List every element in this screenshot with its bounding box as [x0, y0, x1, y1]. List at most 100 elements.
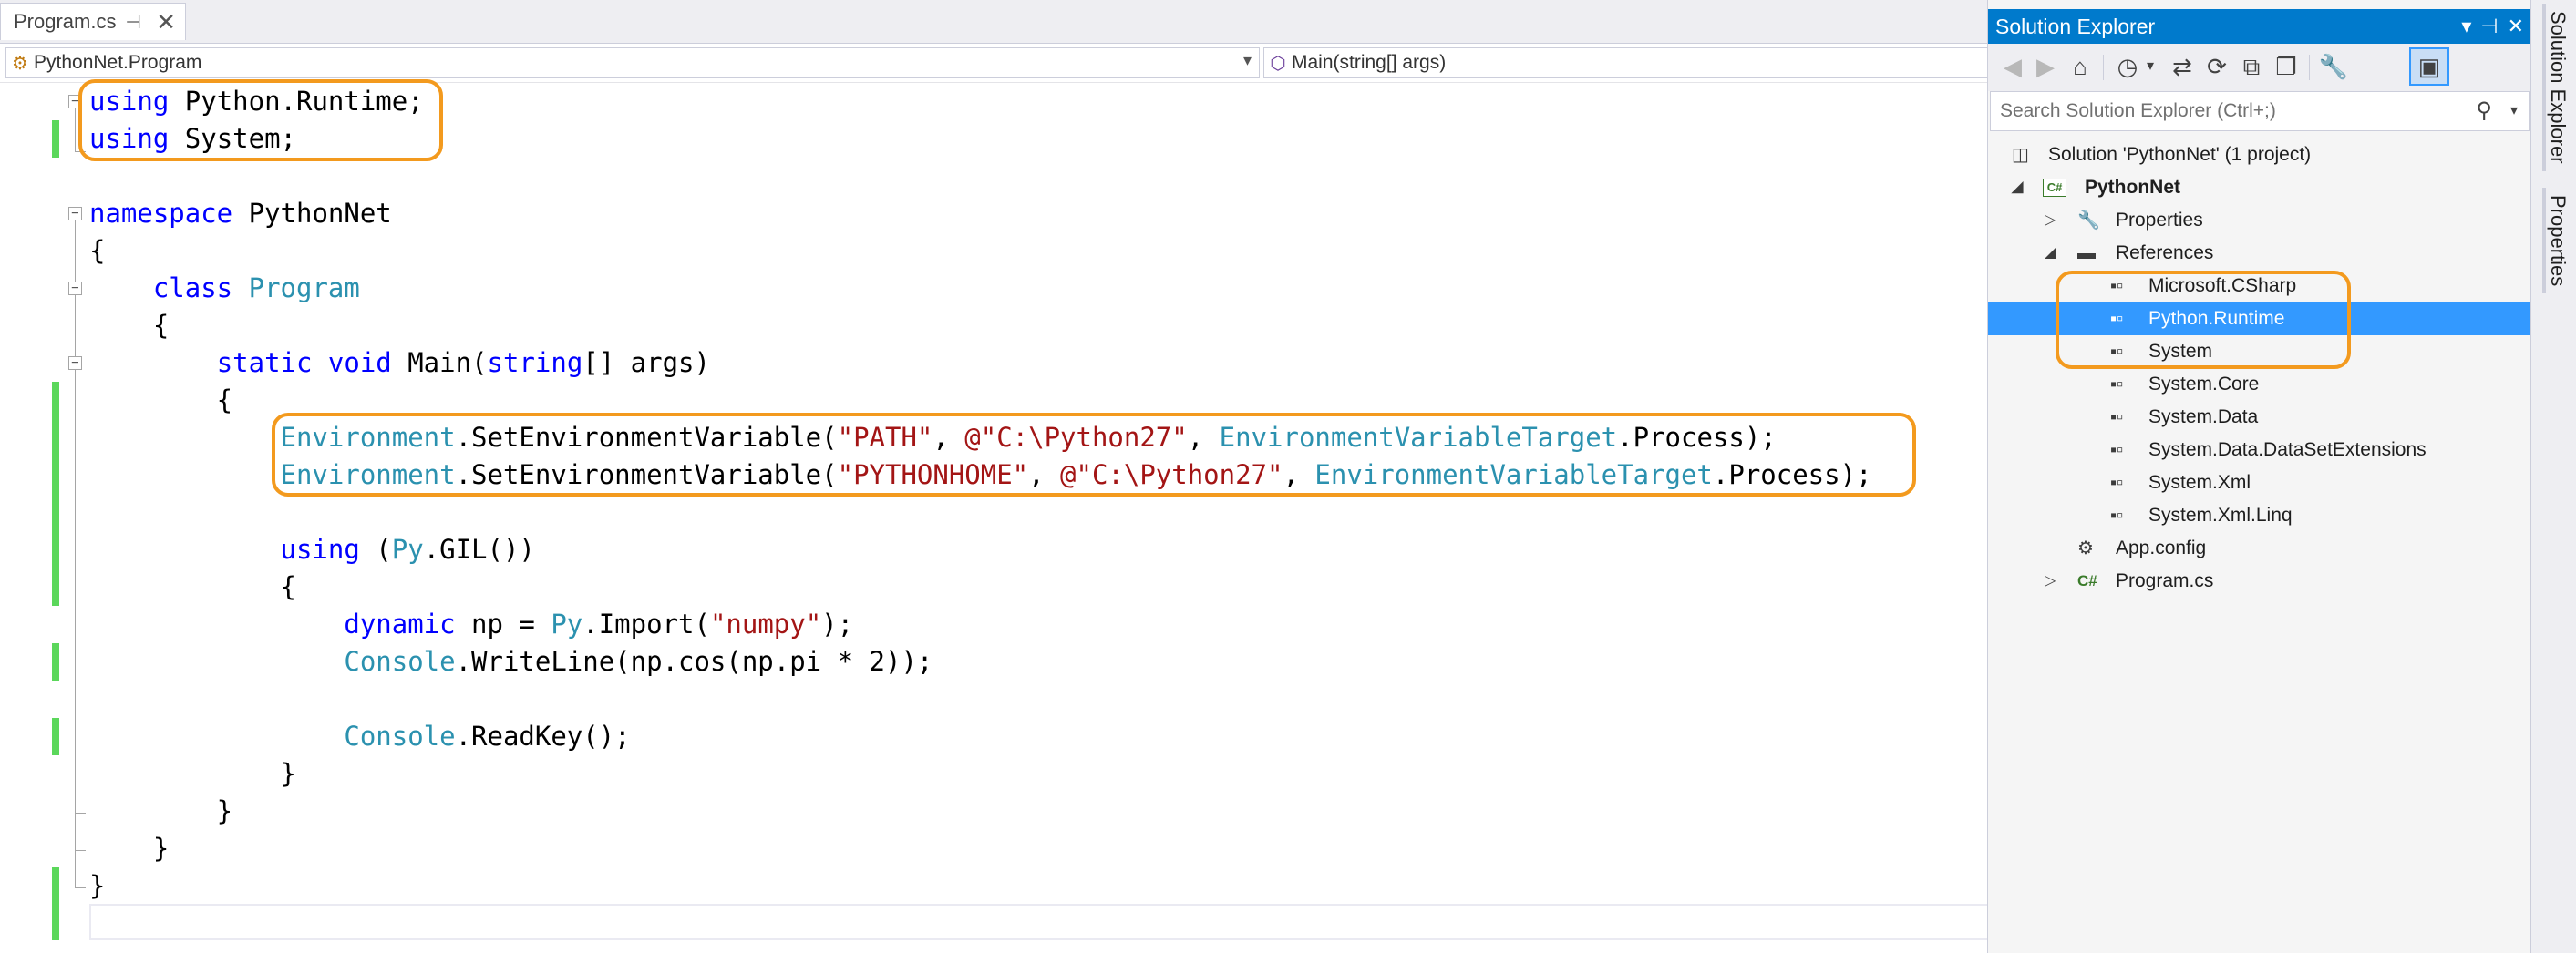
- tree-node-label: System.Data: [2148, 406, 2259, 427]
- collapse-all-icon[interactable]: ⧉: [2236, 51, 2267, 82]
- code-line-5: {: [89, 235, 106, 266]
- code-line-20: }: [89, 795, 233, 826]
- expanded-arrow-icon[interactable]: ◢: [2045, 237, 2056, 270]
- code-line-18: Console.ReadKey();: [344, 721, 631, 752]
- solution-explorer-header: Solution Explorer ▾ ⊣ ✕: [1988, 9, 2531, 44]
- side-tab-label: Properties: [2547, 195, 2570, 287]
- tree-node-program-cs[interactable]: ▷ C# Program.cs: [1988, 565, 2531, 598]
- window-position-icon[interactable]: ▾: [2461, 9, 2471, 44]
- document-tab-strip: Program.cs ⊣ ✕: [0, 0, 1987, 43]
- tree-node-project[interactable]: ◢ C# PythonNet: [1988, 171, 2531, 204]
- chevron-down-icon[interactable]: ▾: [1243, 51, 1252, 70]
- properties-wrench-icon[interactable]: 🔧: [2318, 51, 2349, 82]
- home-icon[interactable]: ⌂: [2065, 51, 2096, 82]
- search-icon[interactable]: ⚲: [2476, 92, 2492, 130]
- tree-node-label: System.Data.DataSetExtensions: [2148, 439, 2427, 460]
- toolbar-separator: [2103, 55, 2104, 80]
- tree-node-references[interactable]: ◢ ▬ References: [1988, 237, 2531, 270]
- side-tab-properties[interactable]: Properties: [2542, 188, 2570, 294]
- toolbar-separator: [2309, 55, 2310, 80]
- tree-node-properties[interactable]: ▷ 🔧 Properties: [1988, 204, 2531, 237]
- pin-icon[interactable]: ⊣: [125, 11, 140, 34]
- sync-with-document-icon[interactable]: ⇄: [2167, 51, 2198, 82]
- chevron-down-icon[interactable]: ▾: [2510, 92, 2518, 130]
- tree-node-label: PythonNet: [2085, 177, 2180, 198]
- code-line-16: Console.WriteLine(np.cos(np.pi * 2));: [344, 646, 933, 677]
- code-line-22: }: [89, 870, 106, 901]
- close-icon[interactable]: ✕: [156, 8, 176, 36]
- code-line-7: {: [89, 310, 170, 341]
- document-tab-program-cs[interactable]: Program.cs ⊣ ✕: [0, 3, 186, 40]
- class-icon: ⚙: [12, 53, 28, 74]
- csharp-file-icon: C#: [2077, 572, 2097, 589]
- tree-node-reference[interactable]: ▪▫ System.Data: [1988, 401, 2531, 434]
- side-tab-solution-explorer[interactable]: Solution Explorer: [2542, 4, 2570, 171]
- callout-environment-variables: [272, 413, 1916, 497]
- collapse-toggle[interactable]: −: [68, 207, 82, 220]
- expanded-arrow-icon[interactable]: ◢: [2012, 171, 2023, 204]
- method-icon: ⬡: [1270, 53, 1286, 74]
- search-input[interactable]: Search Solution Explorer (Ctrl+;) ⚲ ▾: [1990, 91, 2530, 131]
- assembly-reference-icon: ▪▫: [2110, 506, 2124, 526]
- code-line-8: static void Main(string[] args): [216, 347, 710, 378]
- tree-node-reference[interactable]: ▪▫ System.Core: [1988, 368, 2531, 401]
- tree-node-reference[interactable]: ▪▫ System.Xml.Linq: [1988, 499, 2531, 532]
- collapsed-arrow-icon[interactable]: ▷: [2045, 565, 2056, 598]
- tree-node-reference[interactable]: ▪▫ System.Xml: [1988, 466, 2531, 499]
- document-tab-label: Program.cs: [14, 10, 117, 33]
- code-line-14: {: [89, 571, 296, 602]
- back-icon[interactable]: ◀: [1997, 51, 2028, 82]
- class-dropdown-value: PythonNet.Program: [34, 52, 202, 73]
- pending-changes-filter-icon[interactable]: ◷: [2112, 51, 2143, 82]
- assembly-reference-icon: ▪▫: [2110, 473, 2124, 493]
- callout-using-directives: [78, 79, 443, 161]
- outline-line: [75, 213, 76, 887]
- callout-references: [2056, 271, 2351, 369]
- csharp-project-icon: C#: [2043, 179, 2066, 197]
- auto-hide-pin-icon[interactable]: ⊣: [2480, 9, 2498, 44]
- config-file-icon: ⚙: [2077, 538, 2094, 558]
- tree-node-label: Solution 'PythonNet' (1 project): [2048, 144, 2312, 165]
- side-tab-label: Solution Explorer: [2547, 11, 2570, 164]
- refresh-icon[interactable]: ⟳: [2201, 51, 2232, 82]
- solution-explorer-title: Solution Explorer: [1995, 15, 2156, 38]
- code-line-4: namespace PythonNet: [89, 198, 392, 229]
- solution-tree: ◫ Solution 'PythonNet' (1 project) ◢ C# …: [1988, 138, 2531, 949]
- assembly-reference-icon: ▪▫: [2110, 440, 2124, 460]
- solution-explorer-pane: Solution Explorer ▾ ⊣ ✕ ◀ ▶ ⌂ ◷ ▾ ⇄ ⟳ ⧉ …: [1987, 0, 2531, 953]
- tree-node-app-config[interactable]: ⚙ App.config: [1988, 532, 2531, 565]
- preview-selected-items-icon: ▣: [2417, 53, 2441, 80]
- chevron-down-icon[interactable]: ▾: [2141, 51, 2159, 82]
- code-line-15: dynamic np = Py.Import("numpy");: [344, 609, 854, 640]
- solution-icon: ◫: [2012, 145, 2029, 165]
- collapse-toggle[interactable]: −: [68, 282, 82, 295]
- tree-node-reference[interactable]: ▪▫ System.Data.DataSetExtensions: [1988, 434, 2531, 466]
- tree-node-label: Program.cs: [2116, 570, 2214, 591]
- code-line-13: using (Py.GIL()): [280, 534, 535, 565]
- change-marker: [52, 718, 59, 755]
- tree-node-label: System.Xml: [2148, 472, 2251, 493]
- wrench-icon: 🔧: [2077, 210, 2100, 231]
- code-editor-pane: Program.cs ⊣ ✕ ⚙ PythonNet.Program ▾ ⬡ M…: [0, 0, 1987, 953]
- tree-node-solution[interactable]: ◫ Solution 'PythonNet' (1 project): [1988, 138, 2531, 171]
- show-all-files-icon[interactable]: ❐: [2271, 51, 2302, 82]
- close-icon[interactable]: ✕: [2508, 9, 2524, 44]
- tree-node-label: References: [2116, 242, 2214, 263]
- code-line-6: class Program: [152, 272, 360, 303]
- assembly-reference-icon: ▪▫: [2110, 374, 2124, 395]
- code-area[interactable]: − − − − using Python.Runtime; using Syst…: [0, 79, 1987, 953]
- change-marker: [52, 120, 59, 158]
- forward-icon[interactable]: ▶: [2030, 51, 2061, 82]
- solution-explorer-toolbar: ◀ ▶ ⌂ ◷ ▾ ⇄ ⟳ ⧉ ❐ 🔧 ▣: [1988, 44, 2531, 91]
- class-dropdown[interactable]: ⚙ PythonNet.Program ▾: [5, 47, 1260, 78]
- auto-hide-side-strip: Solution Explorer Properties: [2530, 0, 2576, 953]
- collapse-toggle[interactable]: −: [68, 356, 82, 370]
- outline-end: [75, 850, 86, 851]
- member-dropdown[interactable]: ⬡ Main(string[] args): [1263, 47, 1987, 78]
- outline-line: [75, 101, 76, 151]
- navigation-bar: ⚙ PythonNet.Program ▾ ⬡ Main(string[] ar…: [0, 43, 1987, 83]
- collapsed-arrow-icon[interactable]: ▷: [2045, 204, 2056, 237]
- change-marker: [52, 867, 59, 940]
- outline-end: [75, 887, 86, 888]
- tree-node-label: System.Xml.Linq: [2148, 505, 2293, 526]
